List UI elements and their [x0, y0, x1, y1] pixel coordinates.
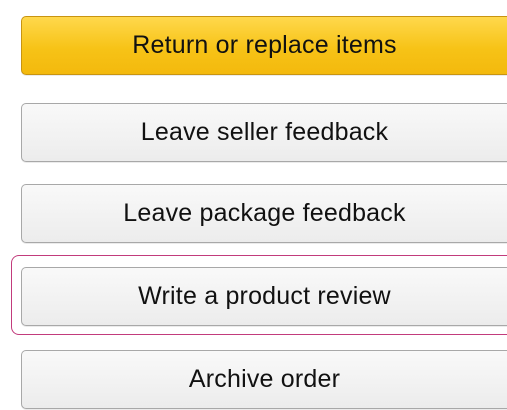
leave-package-feedback-button[interactable]: Leave package feedback: [21, 184, 507, 243]
leave-seller-feedback-button[interactable]: Leave seller feedback: [21, 103, 507, 162]
return-or-replace-button[interactable]: Return or replace items: [21, 16, 507, 75]
write-product-review-button[interactable]: Write a product review: [21, 267, 507, 326]
archive-order-button[interactable]: Archive order: [21, 350, 507, 409]
order-actions-panel: Return or replace items Leave seller fee…: [0, 0, 507, 410]
